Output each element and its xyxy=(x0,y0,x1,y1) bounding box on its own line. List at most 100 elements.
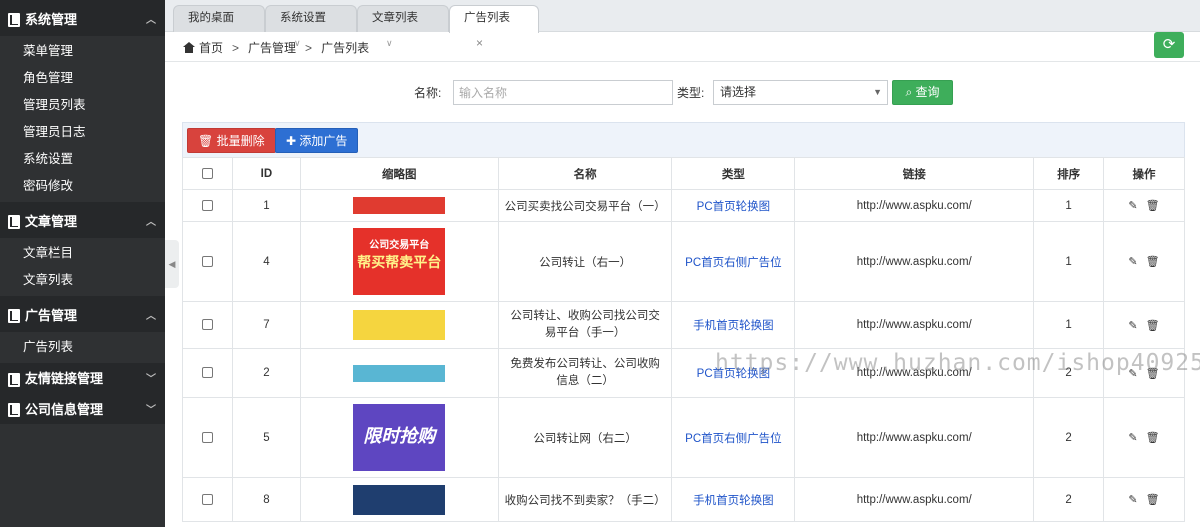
copy-icon xyxy=(8,214,20,229)
sidebar-item-settings[interactable]: 系统设置 xyxy=(0,146,165,173)
trash-icon[interactable]: 🗑 xyxy=(1146,493,1160,506)
row-sort: 2 xyxy=(1033,477,1105,522)
row-checkbox[interactable] xyxy=(201,493,213,505)
row-checkbox[interactable] xyxy=(201,255,213,267)
row-name: 公司转让、收购公司找公司交易平台（手一） xyxy=(497,301,673,349)
edit-icon[interactable]: ✎ xyxy=(1128,431,1137,444)
add-ad-button[interactable]: ✚ 添加广告 xyxy=(275,128,359,153)
tab-label: 我的桌面 xyxy=(188,12,234,24)
search-bar: 名称: 类型: 请选择 ▼ ⌕ 查询 xyxy=(165,78,1200,106)
batch-delete-button[interactable]: 🗑 批量删除 xyxy=(187,128,276,153)
query-button[interactable]: ⌕ 查询 xyxy=(892,80,953,105)
sidebar-group-label: 广告管理 xyxy=(25,307,78,323)
row-name: 公司买卖找公司交易平台（一） xyxy=(497,189,673,222)
breadcrumb-page: 广告列表 xyxy=(321,41,370,55)
sidebar-item-admins[interactable]: 管理员列表 xyxy=(0,92,165,119)
edit-icon[interactable]: ✎ xyxy=(1128,199,1137,212)
chevron-down-icon: ﹀ xyxy=(146,404,156,416)
table-header-row: ID 缩略图 名称 类型 链接 排序 操作 xyxy=(182,157,1185,190)
select-all-checkbox[interactable] xyxy=(201,167,213,179)
sidebar-group-company[interactable]: 公司信息管理 ﹀ xyxy=(0,392,165,424)
sidebar-item-menu[interactable]: 菜单管理 xyxy=(0,38,165,65)
breadcrumb-separator: > xyxy=(305,40,313,55)
row-link: http://www.aspku.com/ xyxy=(794,477,1035,522)
row-type: PC首页右侧广告位 xyxy=(671,397,796,478)
row-checkbox[interactable] xyxy=(201,431,213,443)
sidebar-group-links[interactable]: 友情链接管理 ﹀ xyxy=(0,363,165,392)
sidebar: 系统管理 ︿ 菜单管理 角色管理 管理员列表 管理员日志 系统设置 密码修改 文… xyxy=(0,0,165,527)
row-name: 公司转让网（右二） xyxy=(497,397,673,478)
chevron-down-icon: ﹀ xyxy=(146,374,156,385)
row-link: http://www.aspku.com/ xyxy=(794,301,1035,349)
type-select-value: 请选择 xyxy=(720,85,757,99)
column-header-sort: 排序 xyxy=(1033,157,1105,190)
column-header-id: ID xyxy=(231,157,301,190)
chevron-up-icon: ︿ xyxy=(146,310,156,322)
tab-label: 广告列表 xyxy=(464,12,510,24)
table-row: 7 公司转让、收购公司找公司交易平台（手一） 手机首页轮换图 http://ww… xyxy=(182,301,1185,349)
row-type: PC首页右侧广告位 xyxy=(671,221,796,302)
tab-ad-list[interactable]: 广告列表× xyxy=(449,5,539,50)
tab-label: 系统设置 xyxy=(280,12,326,24)
column-header-name: 名称 xyxy=(497,157,673,190)
row-id: 8 xyxy=(231,477,301,522)
type-label: 类型: xyxy=(677,86,705,100)
row-link: http://www.aspku.com/ xyxy=(794,221,1035,302)
name-label: 名称: xyxy=(414,86,442,100)
sidebar-item-article-list[interactable]: 文章列表 xyxy=(0,267,165,294)
row-sort: 1 xyxy=(1033,301,1105,349)
breadcrumb-separator: > xyxy=(232,40,240,55)
row-sort: 1 xyxy=(1033,189,1105,222)
chevron-up-icon: ︿ xyxy=(146,14,156,26)
tab-desktop[interactable]: 我的桌面 xyxy=(173,5,265,32)
row-checkbox[interactable] xyxy=(201,199,213,211)
sidebar-item-password[interactable]: 密码修改 xyxy=(0,173,165,200)
edit-icon[interactable]: ✎ xyxy=(1128,493,1137,506)
sidebar-item-admin-logs[interactable]: 管理员日志 xyxy=(0,119,165,146)
tab-article-list[interactable]: 文章列表∨ xyxy=(357,5,449,48)
row-name: 免费发布公司转让、公司收购信息（二） xyxy=(497,348,673,398)
sidebar-group-label: 友情链接管理 xyxy=(25,371,104,386)
edit-icon[interactable]: ✎ xyxy=(1128,255,1137,268)
thumb-big-text: 限时抢购 xyxy=(363,426,436,446)
thumb-text: 公司交易平台 xyxy=(369,240,430,251)
breadcrumb: 首页 > 广告管理 > 广告列表 xyxy=(183,39,369,56)
sidebar-group-system[interactable]: 系统管理 ︿ xyxy=(0,0,165,36)
table-row: 4 公司交易平台 帮买帮卖平台 公司转让（右一） PC首页右侧广告位 http:/… xyxy=(182,221,1185,302)
sidebar-item-article-categories[interactable]: 文章栏目 xyxy=(0,240,165,267)
refresh-button[interactable]: ⟳ xyxy=(1154,32,1184,58)
name-search-input[interactable] xyxy=(453,80,673,105)
sidebar-group-label: 文章管理 xyxy=(25,213,78,229)
row-sort: 2 xyxy=(1033,397,1105,478)
edit-icon[interactable]: ✎ xyxy=(1128,319,1137,332)
tab-label: 文章列表 xyxy=(372,12,418,24)
plus-icon: ✚ xyxy=(286,134,297,148)
trash-icon[interactable]: 🗑 xyxy=(1146,431,1160,444)
row-link: http://www.aspku.com/ xyxy=(794,189,1035,222)
row-type: 手机首页轮换图 xyxy=(671,477,796,522)
sidebar-item-roles[interactable]: 角色管理 xyxy=(0,65,165,92)
trash-icon[interactable]: 🗑 xyxy=(1146,199,1160,212)
query-button-label: 查询 xyxy=(915,85,940,99)
breadcrumb-section[interactable]: 广告管理 xyxy=(248,39,296,56)
trash-icon[interactable]: 🗑 xyxy=(1146,255,1160,268)
row-checkbox[interactable] xyxy=(201,319,213,331)
row-name: 公司转让（右一） xyxy=(497,221,673,302)
tab-system-settings[interactable]: 系统设置∨ xyxy=(265,5,357,48)
sidebar-item-ad-list[interactable]: 广告列表 xyxy=(0,334,165,361)
breadcrumb-home[interactable]: 首页 xyxy=(199,39,223,56)
tab-bar: 我的桌面 系统设置∨ 文章列表∨ 广告列表× xyxy=(165,0,1200,50)
row-name: 收购公司找不到卖家？（手二） xyxy=(497,477,673,522)
copy-icon xyxy=(8,308,20,323)
row-checkbox[interactable] xyxy=(201,367,213,379)
trash-icon: 🗑 xyxy=(198,134,214,148)
trash-icon[interactable]: 🗑 xyxy=(1146,319,1160,332)
ad-thumbnail xyxy=(353,197,446,214)
row-id: 7 xyxy=(231,301,301,349)
select-all-cell xyxy=(182,157,233,190)
sidebar-collapse-handle[interactable]: ◀ xyxy=(165,240,179,288)
chevron-down-icon: ▼ xyxy=(873,87,882,97)
sidebar-group-articles[interactable]: 文章管理 ︿ xyxy=(0,202,165,238)
sidebar-group-ads[interactable]: 广告管理 ︿ xyxy=(0,296,165,332)
type-select[interactable]: 请选择 ▼ xyxy=(713,80,888,105)
